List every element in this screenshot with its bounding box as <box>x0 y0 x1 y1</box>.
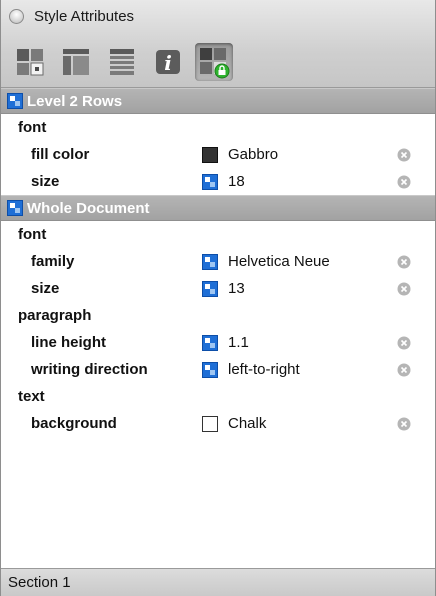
style-icon[interactable] <box>202 335 218 351</box>
section-title: Level 2 Rows <box>27 92 123 110</box>
info-button[interactable]: i <box>149 43 187 81</box>
attr-name: fill color <box>31 146 90 163</box>
locked-style-button[interactable] <box>195 43 233 81</box>
style-icon[interactable] <box>202 254 218 270</box>
attr-row-background[interactable]: background Chalk <box>1 410 435 437</box>
svg-text:i: i <box>164 51 172 75</box>
attr-value[interactable]: 18 <box>228 173 245 190</box>
attr-row-line-height[interactable]: line height 1.1 <box>1 329 435 356</box>
attr-value[interactable]: 1.1 <box>228 334 249 351</box>
window-title: Style Attributes <box>34 8 135 25</box>
attr-row-size[interactable]: size 13 <box>1 275 435 302</box>
group-label-font: font <box>18 226 47 243</box>
color-swatch[interactable] <box>202 147 218 163</box>
section-header-level-2-rows[interactable]: Level 2 Rows <box>1 88 435 114</box>
color-swatch[interactable] <box>202 416 218 432</box>
title-bar: Style Attributes i <box>1 0 435 88</box>
style-icon[interactable] <box>202 174 218 190</box>
group-label-text: text <box>18 388 45 405</box>
rows-layout-button[interactable] <box>103 43 141 81</box>
columns-layout-button[interactable] <box>57 43 95 81</box>
attr-value[interactable]: Gabbro <box>228 146 278 163</box>
style-preview-button[interactable] <box>11 43 49 81</box>
style-icon[interactable] <box>202 281 218 297</box>
remove-icon[interactable] <box>397 255 411 269</box>
group-label-paragraph: paragraph <box>18 307 92 324</box>
remove-icon[interactable] <box>397 363 411 377</box>
attr-name: family <box>31 253 75 270</box>
status-bar: Section 1 <box>1 568 435 596</box>
remove-icon[interactable] <box>397 282 411 296</box>
attr-row-family[interactable]: family Helvetica Neue <box>1 248 435 275</box>
attr-name: writing direction <box>31 361 148 378</box>
attributes-list: Level 2 Rows font fill color Gabbro size… <box>1 88 435 437</box>
remove-icon[interactable] <box>397 336 411 350</box>
attr-name: line height <box>31 334 106 351</box>
locked-style-icon <box>200 48 230 79</box>
section-title: Whole Document <box>27 199 150 217</box>
attr-name: size <box>31 173 60 190</box>
section-header-whole-document[interactable]: Whole Document <box>1 195 435 221</box>
attr-value[interactable]: Chalk <box>228 415 266 432</box>
close-button[interactable] <box>9 9 24 24</box>
remove-icon[interactable] <box>397 148 411 162</box>
remove-icon[interactable] <box>397 417 411 431</box>
attr-row-size[interactable]: size 18 <box>1 168 435 195</box>
rows-layout-icon <box>110 49 134 75</box>
group-label-font: font <box>18 119 47 136</box>
attr-row-writing-direction[interactable]: writing direction left-to-right <box>1 356 435 383</box>
attr-value[interactable]: Helvetica Neue <box>228 253 330 270</box>
style-attributes-window: Style Attributes i Level 2 Rows font fil… <box>0 0 436 596</box>
info-icon: i <box>156 50 180 75</box>
toolbar: i <box>11 40 233 84</box>
status-text: Section 1 <box>8 574 71 591</box>
style-icon[interactable] <box>202 362 218 378</box>
style-icon <box>7 200 23 216</box>
attr-name: size <box>31 280 60 297</box>
columns-layout-icon <box>63 49 89 75</box>
style-icon <box>7 93 23 109</box>
attr-name: background <box>31 415 117 432</box>
attr-value[interactable]: 13 <box>228 280 245 297</box>
attr-row-fill-color[interactable]: fill color Gabbro <box>1 141 435 168</box>
style-preview-icon <box>17 49 44 76</box>
attr-value[interactable]: left-to-right <box>228 361 300 378</box>
remove-icon[interactable] <box>397 175 411 189</box>
